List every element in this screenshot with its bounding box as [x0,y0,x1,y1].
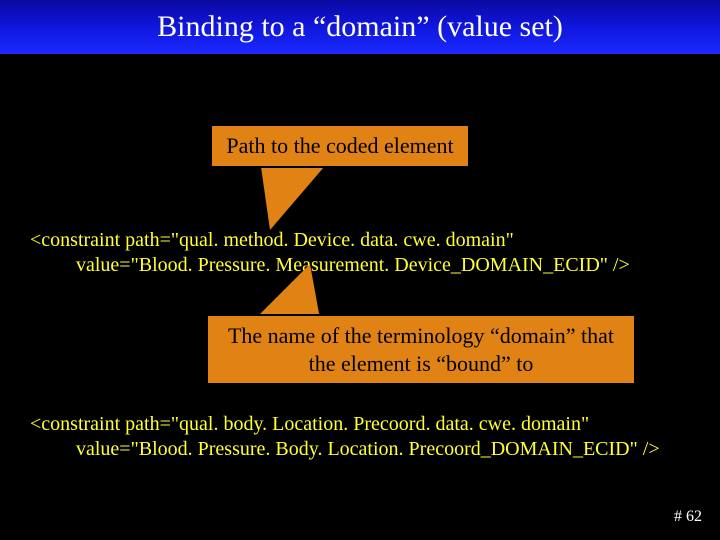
code-block-2: <constraint path="qual. body. Location. … [30,412,690,462]
title-bar: Binding to a “domain” (value set) [0,0,720,54]
code-line: <constraint path="qual. body. Location. … [30,413,589,435]
code-block-1: <constraint path="qual. method. Device. … [30,228,690,278]
page-title: Binding to a “domain” (value set) [157,10,563,44]
code-line: <constraint path="qual. method. Device. … [30,229,514,251]
callout-pointer-bottom [255,264,320,319]
callout-path-label: Path to the coded element [210,124,470,168]
slide-number: # 62 [674,508,702,526]
callout-domain-label: The name of the terminology “domain” tha… [206,314,636,385]
callout-pointer-top [260,160,330,230]
code-line: value="Blood. Pressure. Measurement. Dev… [30,253,690,278]
code-line: value="Blood. Pressure. Body. Location. … [30,437,690,462]
